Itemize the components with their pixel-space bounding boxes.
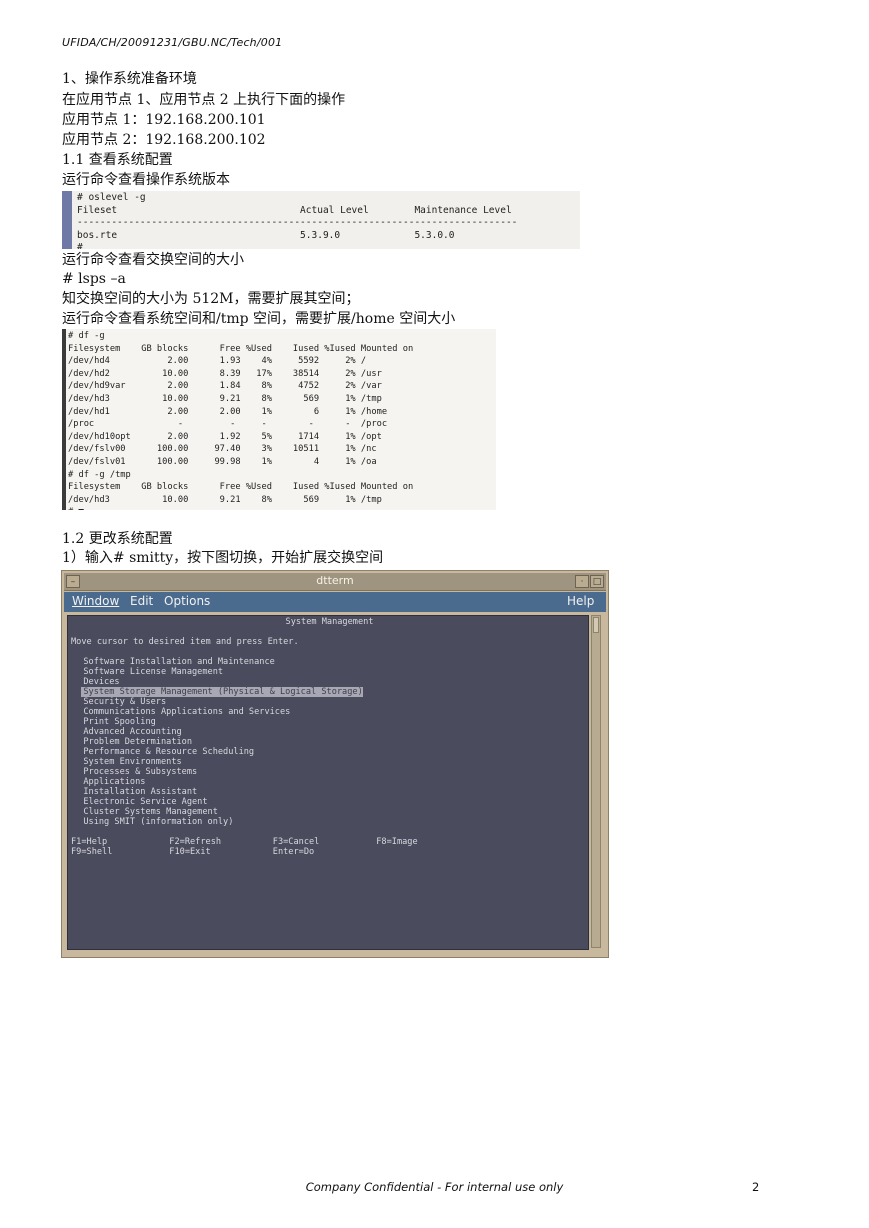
title-bar[interactable]: – dtterm · □ [64, 573, 606, 591]
minimize-icon[interactable]: · [575, 575, 589, 588]
oslevel-text: # oslevel -g Fileset Actual Level Mainte… [77, 192, 518, 249]
smit-menu-item[interactable]: Using SMIT (information only) [81, 817, 233, 827]
subsection-heading: 1.2 更改系统配置 [62, 531, 173, 547]
smit-menu-item[interactable]: Problem Determination [81, 737, 192, 747]
smit-menu-item[interactable]: Software Installation and Maintenance [81, 657, 274, 667]
terminal-edge [62, 191, 72, 249]
window-title: dtterm [316, 574, 354, 587]
section-heading: 1、操作系统准备环境 [62, 71, 197, 87]
smit-menu-item[interactable]: Cluster Systems Management [81, 807, 218, 817]
dtterm-window: – dtterm · □ Window Edit Options Help Sy… [61, 570, 609, 958]
menu-window-label: Window [72, 594, 120, 608]
paragraph: 1）输入# smitty，按下图切换，开始扩展交换空间 [62, 550, 384, 566]
oslevel-output: # oslevel -g Fileset Actual Level Mainte… [62, 191, 580, 249]
smit-menu-item[interactable]: Print Spooling [81, 717, 155, 727]
paragraph: 知交换空间的大小为 512M，需要扩展其空间； [62, 291, 360, 307]
smit-menu: Software Installation and Maintenance So… [71, 657, 363, 827]
smit-keys-row2: F9=Shell F10=Exit Enter=Do [71, 847, 315, 857]
paragraph: 在应用节点 1、应用节点 2 上执行下面的操作 [62, 92, 346, 108]
document-header: UFIDA/CH/20091231/GBU.NC/Tech/001 [62, 36, 283, 49]
vertical-scrollbar[interactable] [591, 615, 601, 948]
menu-bar: Window Edit Options Help [64, 592, 606, 612]
smit-menu-item[interactable]: Installation Assistant [81, 787, 197, 797]
smit-content: System Management Move cursor to desired… [68, 616, 588, 857]
smit-keys-row1: F1=Help F2=Refresh F3=Cancel F8=Image [71, 837, 418, 847]
terminal-edge [62, 329, 66, 510]
menu-edit[interactable]: Edit [130, 594, 153, 608]
menu-options[interactable]: Options [164, 594, 210, 608]
smit-menu-item[interactable]: Advanced Accounting [81, 727, 181, 737]
df-text: # df -g Filesystem GB blocks Free %Used … [68, 331, 414, 510]
smit-menu-item[interactable]: Software License Management [81, 667, 223, 677]
terminal-screen[interactable]: System Management Move cursor to desired… [67, 615, 589, 950]
smit-menu-item[interactable]: Processes & Subsystems [81, 767, 197, 777]
smit-menu-item[interactable]: Applications [81, 777, 145, 787]
df-output: # df -g Filesystem GB blocks Free %Used … [62, 329, 496, 510]
menu-window[interactable]: Window [72, 594, 119, 608]
menu-help[interactable]: Help [567, 594, 594, 608]
maximize-icon[interactable]: □ [590, 575, 604, 588]
page-number: 2 [752, 1180, 760, 1194]
smit-menu-item[interactable]: Electronic Service Agent [81, 797, 207, 807]
smit-menu-item[interactable]: Performance & Resource Scheduling [81, 747, 254, 757]
smit-prompt: Move cursor to desired item and press En… [71, 637, 299, 647]
footer: Company Confidential - For internal use … [305, 1180, 564, 1194]
smit-title: System Management [285, 617, 374, 627]
smit-menu-item[interactable]: System Storage Management (Physical & Lo… [81, 687, 363, 697]
subsection-heading: 1.1 查看系统配置 [62, 152, 173, 168]
paragraph: 运行命令查看系统空间和/tmp 空间，需要扩展/home 空间大小 [62, 311, 456, 327]
smit-menu-item[interactable]: Security & Users [81, 697, 166, 707]
smit-menu-item[interactable]: Devices [81, 677, 119, 687]
smit-menu-item[interactable]: Communications Applications and Services [81, 707, 290, 717]
node1-ip: 应用节点 1：192.168.200.101 [62, 112, 266, 128]
paragraph: 运行命令查看操作系统版本 [62, 172, 230, 188]
scrollbar-thumb[interactable] [593, 617, 599, 633]
smit-menu-item[interactable]: System Environments [81, 757, 181, 767]
node2-ip: 应用节点 2：192.168.200.102 [62, 132, 266, 148]
paragraph: 运行命令查看交换空间的大小 [62, 252, 244, 268]
command-line: # lsps –a [62, 271, 126, 287]
